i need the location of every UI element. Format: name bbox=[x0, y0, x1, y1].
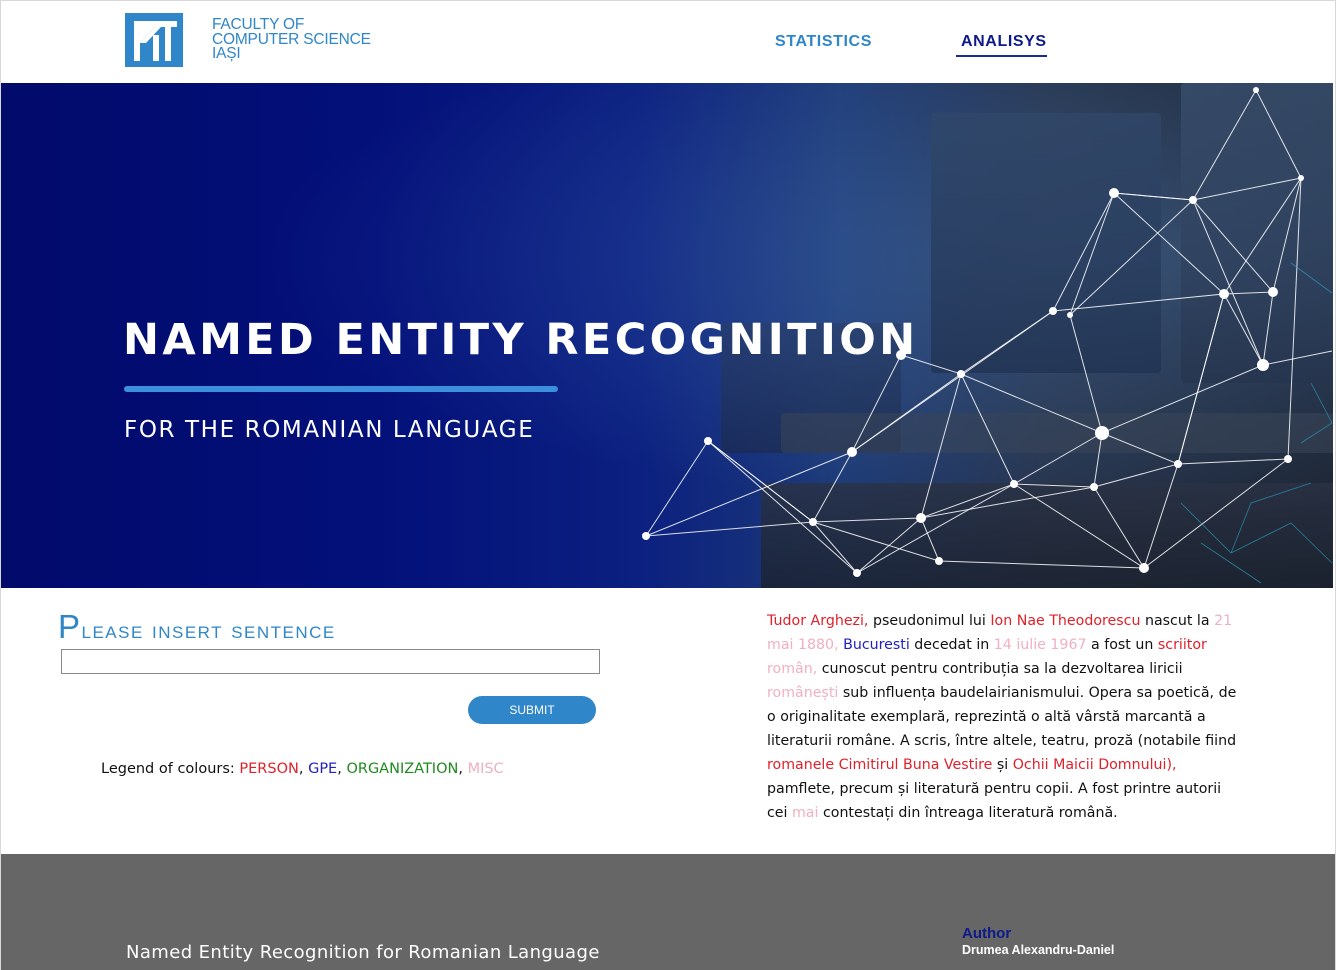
entity-gpe: Bucuresti bbox=[843, 637, 910, 653]
plain-text: sub influența baudelairianismului. Opera… bbox=[767, 685, 1237, 749]
entity-person: Ochii Maicii Domnului), bbox=[1012, 757, 1177, 773]
entity-misc: român, bbox=[767, 661, 818, 677]
entity-person: romanele Cimitirul Buna Vestire bbox=[767, 757, 993, 773]
hero-divider bbox=[124, 386, 558, 392]
legend-misc: MISC bbox=[467, 761, 504, 777]
submit-button[interactable]: Submit bbox=[468, 696, 596, 724]
legend-person: PERSON bbox=[239, 761, 299, 777]
annotated-result-text: Tudor Arghezi, pseudonimul lui Ion Nae T… bbox=[767, 609, 1237, 825]
faculty-name[interactable]: FACULTY OF COMPUTER SCIENCE IAȘI bbox=[212, 17, 402, 62]
legend-label: Legend of colours: bbox=[101, 761, 240, 777]
entity-misc: 14 iulie 1967 bbox=[993, 637, 1087, 653]
nav-analysis[interactable]: ANALISYS bbox=[961, 33, 1047, 51]
nav-statistics[interactable]: STATISTICS bbox=[775, 33, 872, 51]
site-footer: Named Entity Recognition for Romanian La… bbox=[1, 854, 1335, 970]
hero-banner: NAMED ENTITY RECOGNITION FOR THE ROMANIA… bbox=[1, 83, 1333, 588]
footer-author-label: Author bbox=[962, 925, 1012, 942]
active-nav-indicator bbox=[956, 55, 1047, 57]
plain-text: cunoscut pentru contribuția sa la dezvol… bbox=[817, 661, 1183, 677]
plain-text: și bbox=[992, 757, 1013, 773]
fii-logo-icon[interactable] bbox=[125, 13, 183, 67]
legend-separator: , bbox=[298, 761, 309, 777]
entity-person: Ion Nae Theodorescu bbox=[990, 613, 1141, 629]
site-header: FACULTY OF COMPUTER SCIENCE IAȘI STATIST… bbox=[1, 1, 1335, 83]
plain-text: decedat in bbox=[909, 637, 994, 653]
faculty-name-line: COMPUTER SCIENCE bbox=[212, 30, 371, 48]
plain-text: contestați din întreaga literatură român… bbox=[818, 805, 1118, 821]
entity-misc: mai bbox=[791, 805, 819, 821]
footer-title: Named Entity Recognition for Romanian La… bbox=[126, 942, 600, 963]
faculty-name-line: IAȘI bbox=[212, 45, 241, 62]
plain-text: a fost un bbox=[1086, 637, 1158, 653]
insert-title-first-letter: P bbox=[58, 608, 82, 645]
plain-text: pseudonimul lui bbox=[868, 613, 991, 629]
plain-text: nascut la bbox=[1140, 613, 1215, 629]
colour-legend: Legend of colours: PERSON, GPE, ORGANIZA… bbox=[101, 761, 504, 777]
legend-gpe: GPE bbox=[308, 761, 338, 777]
sentence-input[interactable] bbox=[61, 649, 600, 674]
insert-sentence-title: Please insert sentence bbox=[58, 608, 336, 646]
entity-person: scriitor bbox=[1157, 637, 1207, 653]
hero-title: NAMED ENTITY RECOGNITION bbox=[123, 315, 919, 365]
entity-misc: românești bbox=[767, 685, 839, 701]
entity-person: Tudor Arghezi, bbox=[767, 613, 869, 629]
hero-subtitle: FOR THE ROMANIAN LANGUAGE bbox=[124, 417, 535, 443]
legend-separator: , bbox=[458, 761, 468, 777]
legend-organization: ORGANIZATION bbox=[346, 761, 459, 777]
footer-author-name: Drumea Alexandru-Daniel bbox=[962, 943, 1115, 957]
insert-title-rest: lease insert sentence bbox=[81, 617, 336, 644]
